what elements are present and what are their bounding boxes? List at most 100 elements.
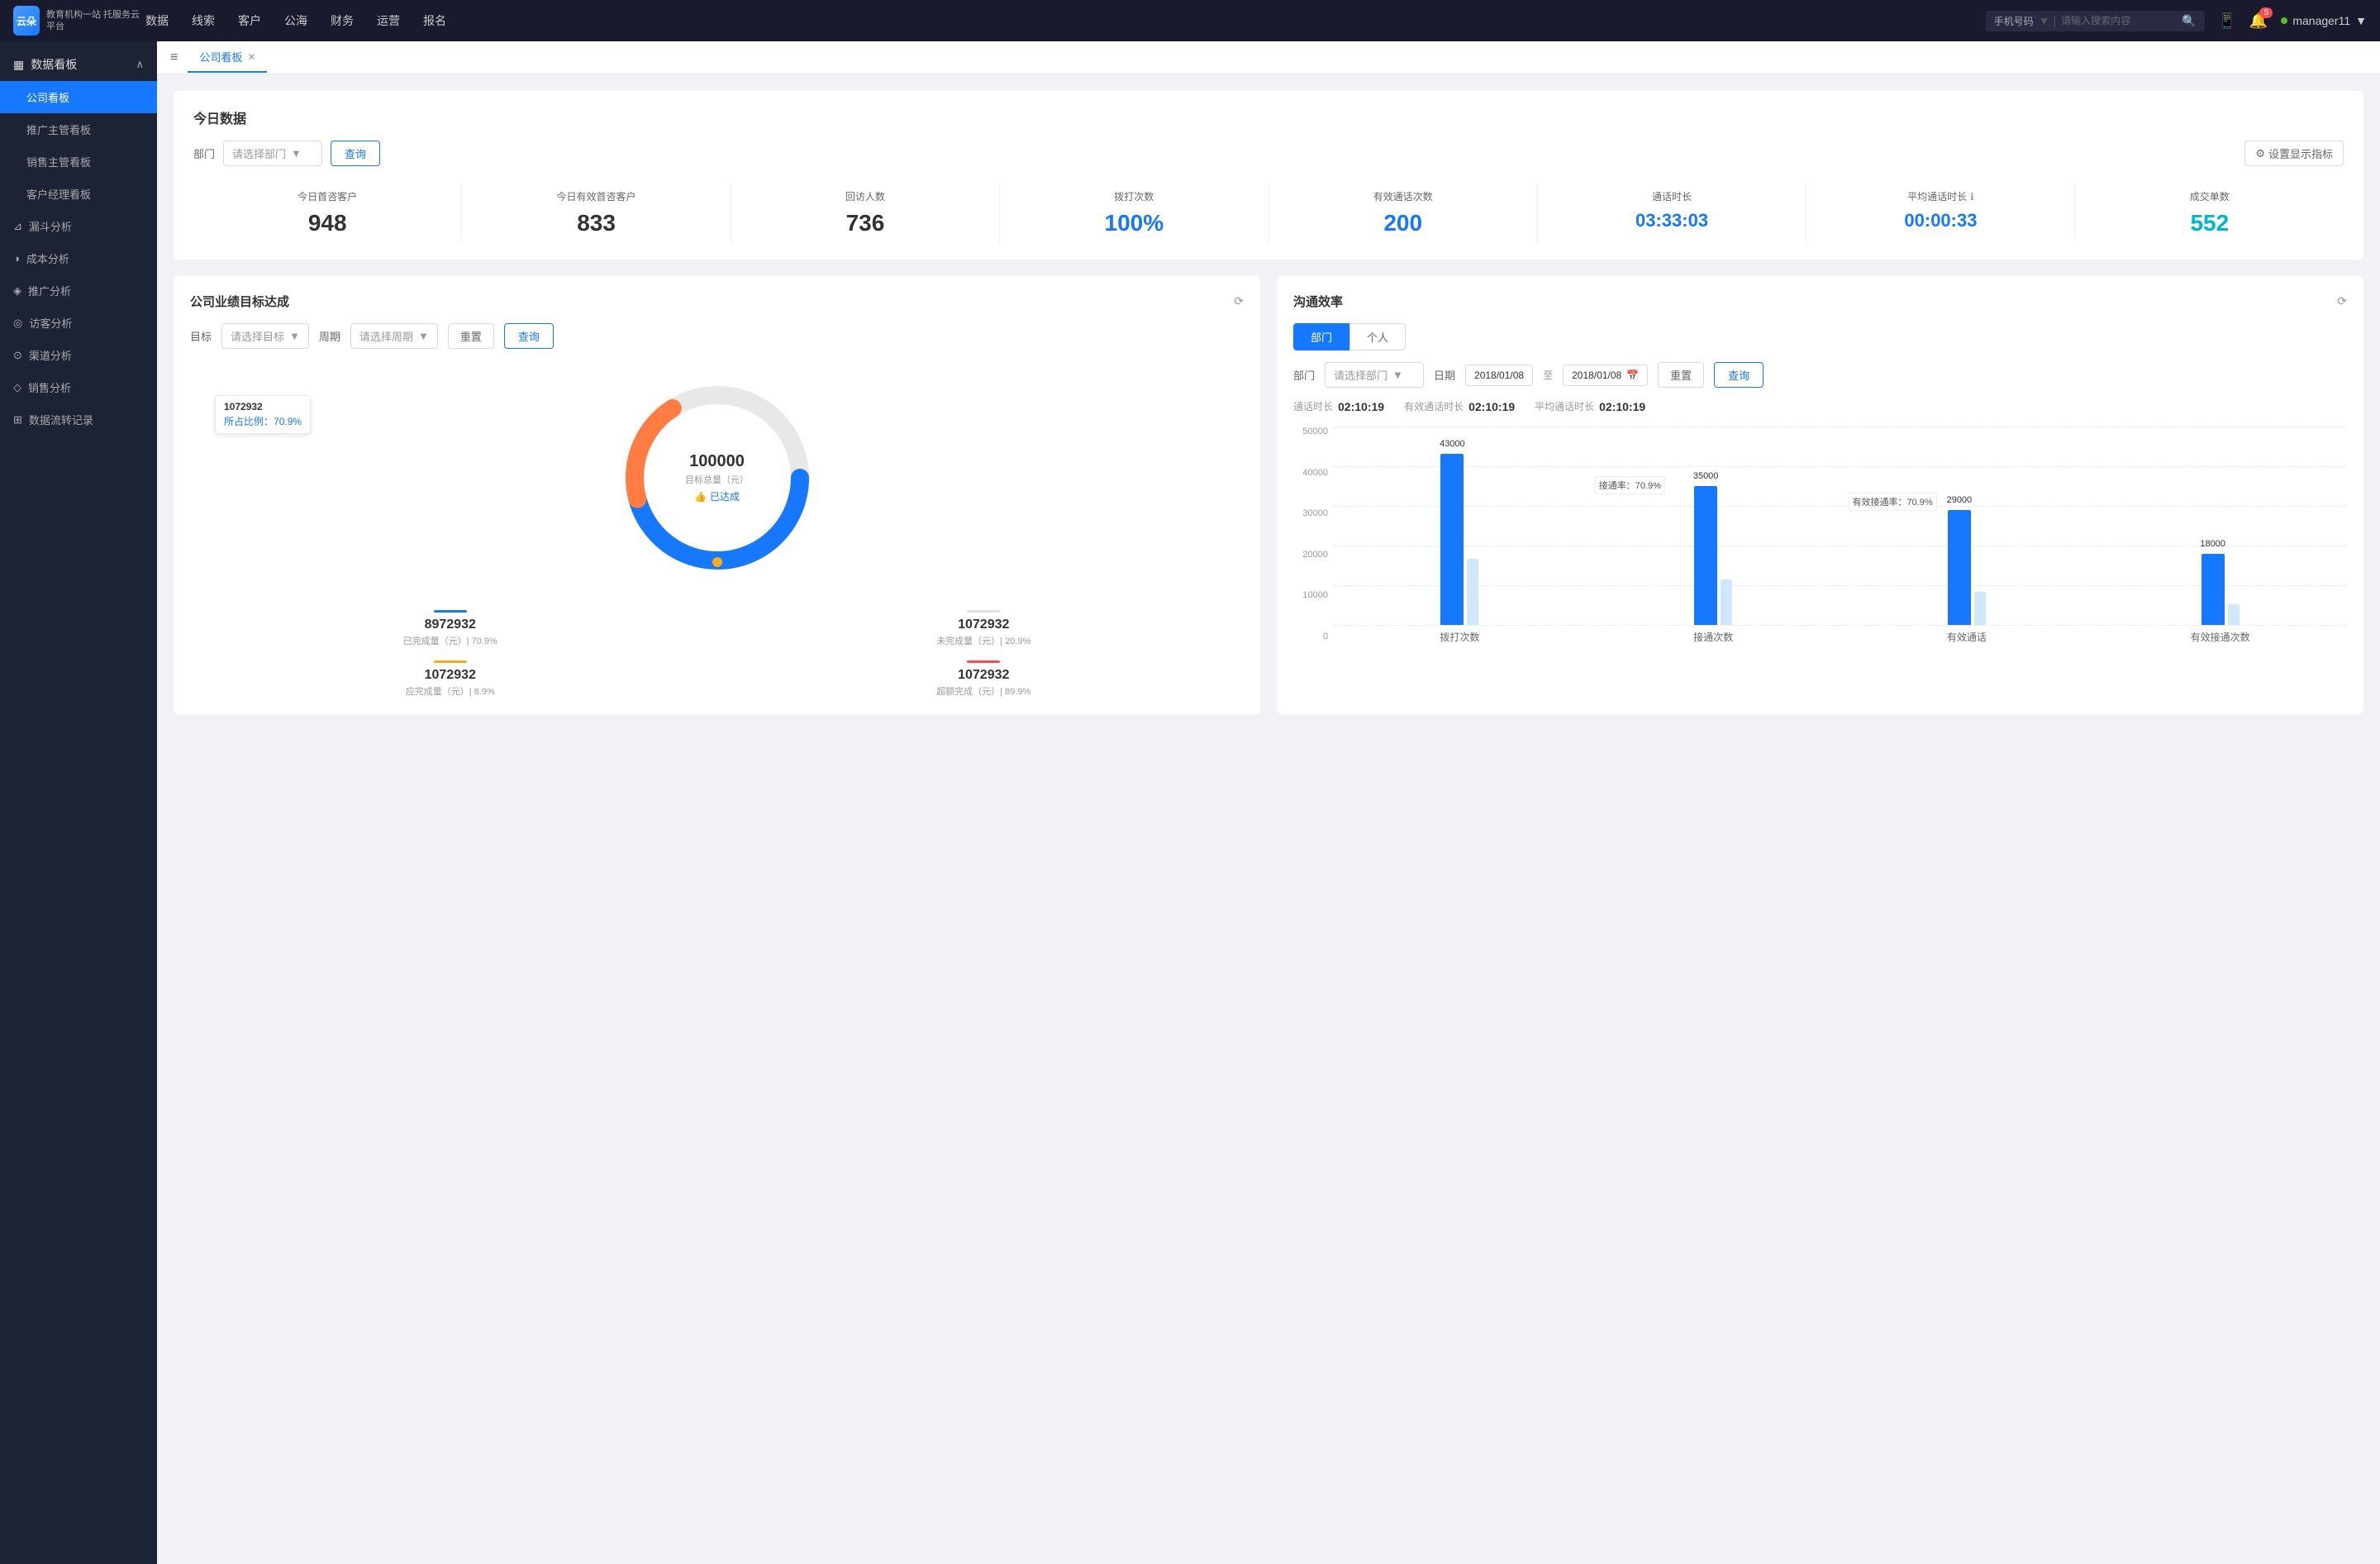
sidebar-item-promotion-board[interactable]: 推广主管看板 xyxy=(0,113,157,145)
tab-menu-button[interactable]: ≡ xyxy=(170,50,178,65)
sidebar-item-account-board[interactable]: 客户经理看板 xyxy=(0,178,157,210)
cost-icon: ◑ xyxy=(13,252,20,265)
notification-icon[interactable]: 🔔 5 xyxy=(2249,12,2268,30)
metric-value: 948 xyxy=(203,210,451,236)
efficiency-date-label: 日期 xyxy=(1434,367,1455,383)
main-layout: ▦ 数据看板 ∧ 公司看板 推广主管看板 销售主管看板 客户经理看板 ⊿ 漏斗分… xyxy=(0,41,2380,1564)
sidebar-item-label: 销售主管看板 xyxy=(26,154,91,169)
sidebar-section-header[interactable]: ▦ 数据看板 ∧ xyxy=(0,48,157,81)
sidebar-section-label: 数据看板 xyxy=(31,56,77,73)
bar-dial-main: 43000 xyxy=(1440,454,1464,625)
tab-company-board[interactable]: 公司看板 ✕ xyxy=(188,42,267,73)
metric-value: 736 xyxy=(741,210,989,236)
search-type-select[interactable]: 手机号码 xyxy=(1994,14,2034,28)
settings-display-button[interactable]: ⚙ 设置显示指标 xyxy=(2244,141,2344,166)
charts-row: 公司业绩目标达成 ⟳ 目标 请选择目标 ▼ 周期 请选择周期 ▼ xyxy=(174,276,2363,714)
sidebar-item-promotion[interactable]: ◈ 推广分析 xyxy=(0,274,157,307)
sidebar-item-visitor[interactable]: ◎ 访客分析 xyxy=(0,307,157,339)
nav-leads[interactable]: 线索 xyxy=(192,9,215,32)
bar-dial-sub xyxy=(1467,559,1478,625)
efficiency-refresh-icon[interactable]: ⟳ xyxy=(2337,294,2347,308)
sidebar-item-label: 成本分析 xyxy=(26,250,69,266)
bar-eff-connect-pair: 18000 xyxy=(2202,554,2240,625)
search-input[interactable] xyxy=(2061,15,2177,26)
promotion-icon: ◈ xyxy=(13,284,21,298)
metric-label: 拨打次数 xyxy=(1010,189,1258,203)
date-from-input[interactable]: 2018/01/08 xyxy=(1465,365,1533,386)
info-icon[interactable]: ℹ xyxy=(1970,191,1974,203)
select-arrow-icon: ▼ xyxy=(1392,369,1403,381)
stat-label: 通话时长 xyxy=(1293,399,1333,413)
completed-indicator xyxy=(434,610,467,613)
efficiency-reset-btn[interactable]: 重置 xyxy=(1658,362,1704,388)
nav-data[interactable]: 数据 xyxy=(145,9,169,32)
target-select[interactable]: 请选择目标 ▼ xyxy=(221,323,309,349)
settings-icon: ⚙ xyxy=(2255,147,2265,160)
user-dropdown-icon[interactable]: ▼ xyxy=(2355,14,2367,27)
nav-finance[interactable]: 财务 xyxy=(331,9,354,32)
efficiency-dept-label: 部门 xyxy=(1293,367,1315,383)
username: manager11 xyxy=(2292,14,2350,27)
sidebar-item-data-flow[interactable]: ⊞ 数据流转记录 xyxy=(0,403,157,436)
bar-label-43000: 43000 xyxy=(1440,439,1465,449)
bar-group-effective-connect: 18000 xyxy=(2093,427,2347,625)
select-arrow-icon: ▼ xyxy=(289,330,300,342)
sidebar-item-label: 漏斗分析 xyxy=(29,218,72,234)
tab-label: 公司看板 xyxy=(199,49,242,64)
efficiency-chart: 沟通效率 ⟳ 部门 个人 部门 请选择部门 ▼ 日期 xyxy=(1277,276,2363,714)
user-status-dot xyxy=(2281,17,2287,24)
metric-label: 平均通话时长 ℹ xyxy=(1816,189,2064,203)
mobile-icon[interactable]: 📱 xyxy=(2218,12,2236,30)
nav-public-sea[interactable]: 公海 xyxy=(284,9,307,32)
sidebar-item-cost[interactable]: ◑ 成本分析 xyxy=(0,242,157,274)
user-area[interactable]: manager11 ▼ xyxy=(2281,14,2367,27)
donut-center-label: 目标总量（元） xyxy=(685,473,749,486)
channel-icon: ⊙ xyxy=(13,349,22,362)
main-content: ≡ 公司看板 ✕ 今日数据 部门 请选择部门 ▼ 查询 xyxy=(157,41,2380,1564)
select-arrow-icon: ▼ xyxy=(418,330,429,342)
company-target-chart: 公司业绩目标达成 ⟳ 目标 请选择目标 ▼ 周期 请选择周期 ▼ xyxy=(174,276,1260,714)
rate-label-connect: 接通率：70.9% xyxy=(1595,476,1665,494)
nav-customer[interactable]: 客户 xyxy=(238,9,261,32)
target-reset-button[interactable]: 重置 xyxy=(448,323,494,349)
department-select[interactable]: 请选择部门 ▼ xyxy=(223,141,322,166)
sidebar-item-funnel[interactable]: ⊿ 漏斗分析 xyxy=(0,210,157,242)
metric-label: 回访人数 xyxy=(741,189,989,203)
nav-operations[interactable]: 运营 xyxy=(377,9,400,32)
period-select[interactable]: 请选择周期 ▼ xyxy=(350,323,438,349)
nav-registration[interactable]: 报名 xyxy=(423,9,446,32)
personal-tab-btn[interactable]: 个人 xyxy=(1349,323,1406,350)
bar-group-effective: 有效接通率：70.9% 29000 xyxy=(1840,427,2094,625)
metric-dial-count: 拨打次数 100% xyxy=(1000,183,1269,243)
calendar-icon[interactable]: 📅 xyxy=(1626,370,1639,381)
completed-desc: 已完成量（元）| 70.9% xyxy=(190,634,711,647)
query-button[interactable]: 查询 xyxy=(331,141,380,166)
metric-should-complete: 1072932 应完成量（元）| 8.9% xyxy=(190,660,711,698)
donut-achieved-label: 👍 已达成 xyxy=(685,489,749,503)
tab-close-icon[interactable]: ✕ xyxy=(247,51,255,63)
sidebar-item-channel[interactable]: ⊙ 渠道分析 xyxy=(0,339,157,371)
over-complete-desc: 超额完成（元）| 89.9% xyxy=(724,684,1245,698)
search-icon[interactable]: 🔍 xyxy=(2182,14,2196,28)
chart-title: 公司业绩目标达成 xyxy=(190,293,289,310)
dept-tab-btn[interactable]: 部门 xyxy=(1293,323,1349,350)
data-flow-icon: ⊞ xyxy=(13,413,22,427)
target-query-button[interactable]: 查询 xyxy=(504,323,554,349)
sidebar-item-sales-analysis[interactable]: ◇ 销售分析 xyxy=(0,371,157,403)
bar-eff-connect-sub xyxy=(2228,604,2240,625)
date-to-input[interactable]: 2018/01/08 📅 xyxy=(1563,365,1648,386)
efficiency-dept-select[interactable]: 请选择部门 ▼ xyxy=(1325,362,1424,388)
refresh-icon[interactable]: ⟳ xyxy=(1234,294,1244,308)
today-data-title: 今日数据 xyxy=(193,107,2344,127)
metric-avg-call-duration: 平均通话时长 ℹ 00:00:33 xyxy=(1806,183,2075,243)
today-data-card: 今日数据 部门 请选择部门 ▼ 查询 ⚙ 设置显示指标 xyxy=(174,91,2363,260)
efficiency-query-btn[interactable]: 查询 xyxy=(1714,362,1764,388)
bar-columns: 43000 接通率：70.9% xyxy=(1333,427,2347,625)
sidebar-item-sales-board[interactable]: 销售主管看板 xyxy=(0,145,157,178)
should-complete-value: 1072932 xyxy=(190,668,711,683)
funnel-icon: ⊿ xyxy=(13,220,22,233)
sidebar-item-company-board[interactable]: 公司看板 xyxy=(0,81,157,113)
sidebar-collapse-icon[interactable]: ∧ xyxy=(136,58,144,71)
search-box[interactable]: 手机号码 ▼ | 🔍 xyxy=(1986,11,2205,31)
donut-center-value: 100000 xyxy=(685,452,749,471)
